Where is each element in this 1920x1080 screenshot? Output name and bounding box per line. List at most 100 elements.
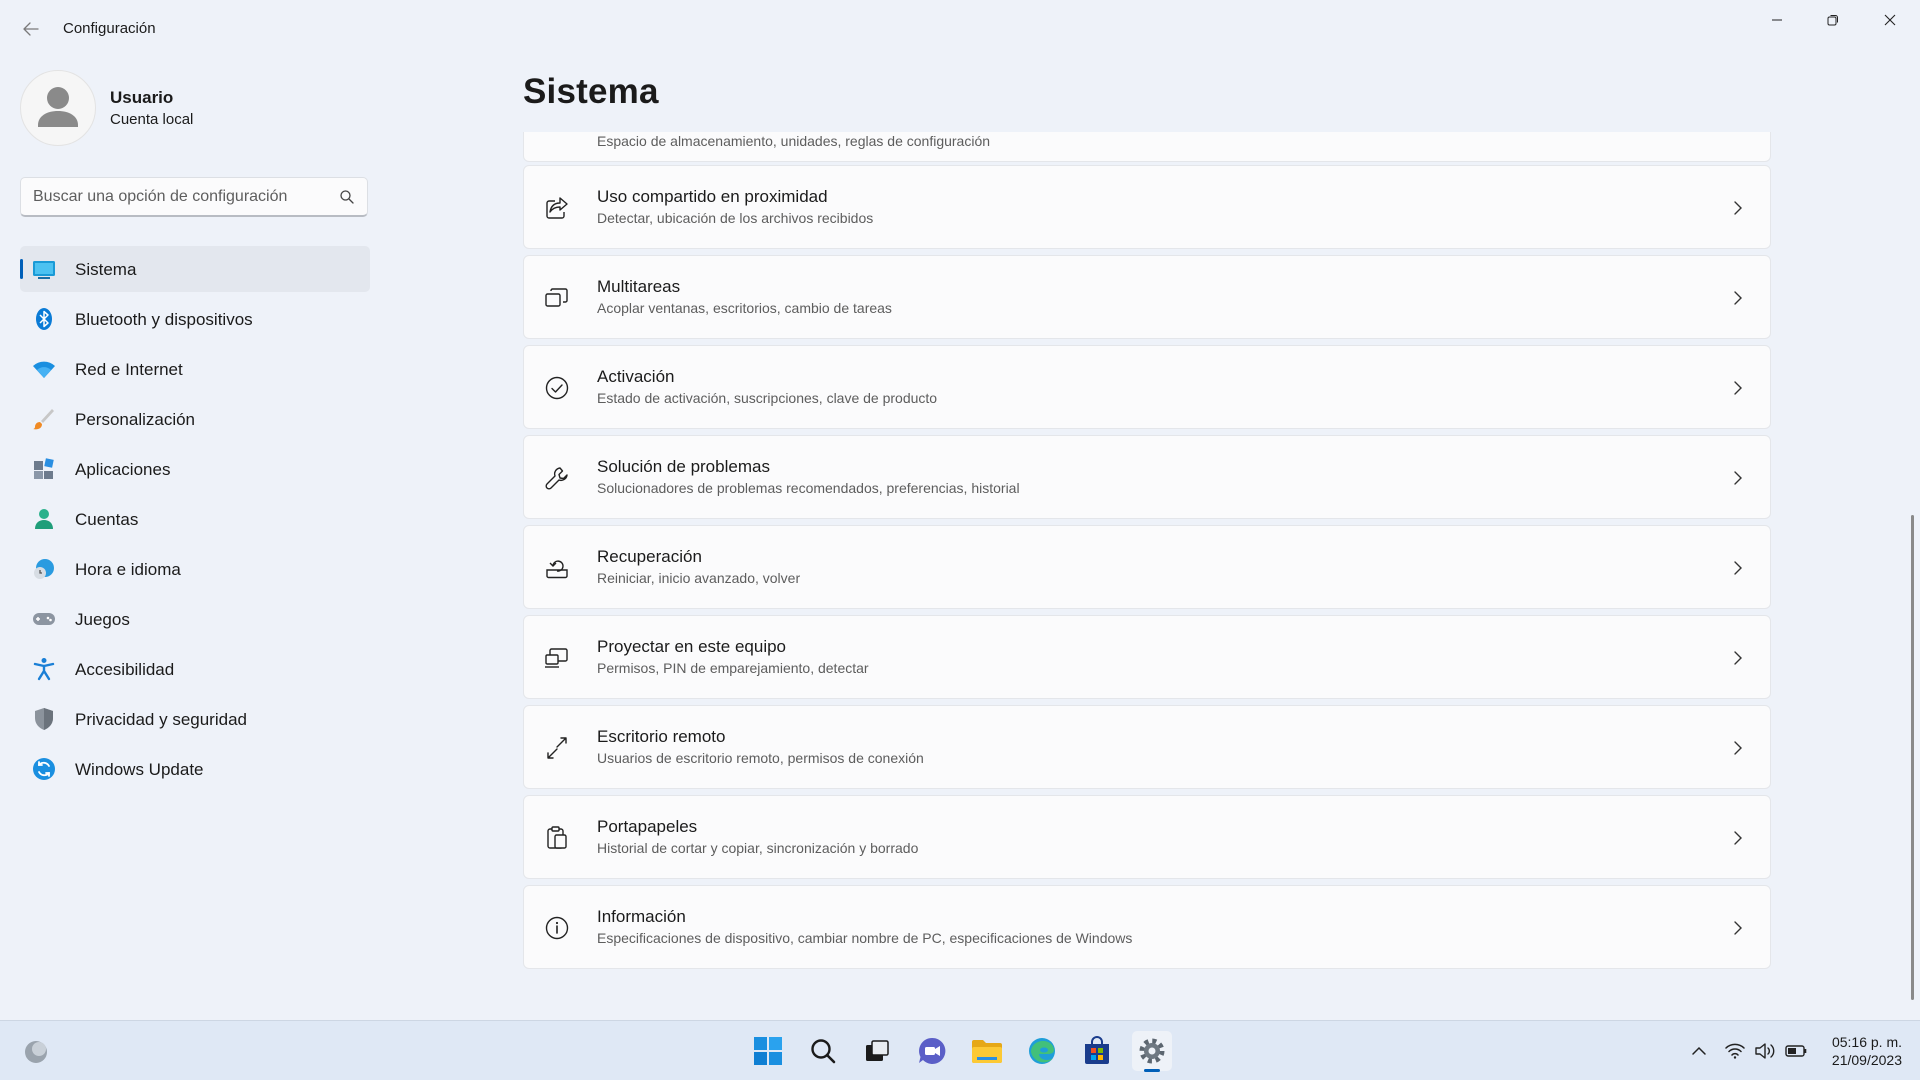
edge-browser-icon [1029,1038,1055,1064]
card-title: Escritorio remoto [597,727,726,746]
sidebar-item-label: Red e Internet [75,360,183,379]
shield-icon [35,708,53,730]
card-title: Multitareas [597,277,681,296]
vertical-scrollbar[interactable] [1911,515,1914,1000]
sidebar-item-aplicaciones[interactable]: Aplicaciones [20,446,370,492]
taskbar-search-button[interactable] [803,1031,843,1071]
settings-card-portapapeles[interactable]: Portapapeles Historial de cortar y copia… [523,795,1771,879]
time-language-icon [34,559,54,579]
card-subtitle: Espacio de almacenamiento, unidades, reg… [597,133,991,149]
volume-icon [1755,1043,1775,1059]
sidebar-item-label: Privacidad y seguridad [75,710,247,729]
search-icon[interactable] [339,189,355,205]
update-icon [33,758,55,780]
card-title: Proyectar en este equipo [597,637,787,656]
sidebar-item-label: Aplicaciones [75,460,171,479]
wifi-icon [33,361,55,378]
title-bar: Configuración [0,0,1920,60]
apps-icon [34,458,54,479]
settings-card-storage[interactable]: Espacio de almacenamiento, unidades, reg… [523,132,1771,162]
sidebar-item-privacidad[interactable]: Privacidad y seguridad [20,696,370,742]
settings-card-informacion[interactable]: Información Especificaciones de disposit… [523,885,1771,969]
chevron-right-icon [1734,831,1742,845]
edge-button[interactable] [1022,1031,1062,1071]
card-title: Solución de problemas [597,457,770,476]
user-silhouette-icon [38,87,78,127]
sidebar-item-label: Sistema [75,260,137,279]
card-title: Recuperación [597,547,702,566]
app-title: Configuración [63,20,156,37]
weather-widget-icon[interactable] [20,1037,54,1065]
file-explorer-button[interactable] [967,1031,1007,1071]
clock-time: 05:16 p. m. [1831,1034,1902,1050]
settings-card-uso-compartido[interactable]: Uso compartido en proximidad Detectar, u… [523,165,1771,249]
chevron-right-icon [1734,921,1742,935]
chat-button[interactable] [912,1031,952,1071]
card-subtitle: Estado de activación, suscripciones, cla… [597,390,938,406]
windows-logo-icon [754,1037,782,1065]
brush-icon [33,409,54,430]
chat-icon [919,1037,946,1064]
sidebar-item-hora[interactable]: Hora e idioma [20,546,370,592]
card-subtitle: Reiniciar, inicio avanzado, volver [597,570,801,586]
gear-icon [1139,1038,1165,1064]
sidebar-item-personalizacion[interactable]: Personalización [20,396,370,442]
network-tray-button[interactable] [1722,1039,1748,1063]
settings-card-solucion-problemas[interactable]: Solución de problemas Solucionadores de … [523,435,1771,519]
bluetooth-icon [36,308,52,330]
arrow-left-icon [23,22,39,36]
chevron-right-icon [1734,741,1742,755]
check-circle-icon [545,376,569,400]
battery-icon [1785,1045,1807,1057]
sidebar-item-red[interactable]: Red e Internet [20,346,370,392]
settings-app-button[interactable] [1132,1031,1172,1072]
profile-account-type: Cuenta local [110,111,194,128]
chevron-up-icon [1692,1046,1706,1055]
sidebar-item-label: Windows Update [75,760,204,779]
sidebar-item-cuentas[interactable]: Cuentas [20,496,370,542]
settings-card-multitareas[interactable]: Multitareas Acoplar ventanas, escritorio… [523,255,1771,339]
store-icon [1085,1036,1109,1064]
taskbar: 05:16 p. m. 21/09/2023 [0,1020,1920,1080]
card-subtitle: Detectar, ubicación de los archivos reci… [597,210,874,226]
settings-card-escritorio-remoto[interactable]: Escritorio remoto Usuarios de escritorio… [523,705,1771,789]
chevron-right-icon [1734,471,1742,485]
search-input[interactable] [33,178,333,216]
project-icon [545,648,568,668]
sidebar-item-accesibilidad[interactable]: Accesibilidad [20,646,370,692]
chevron-right-icon [1734,561,1742,575]
show-hidden-icons-button[interactable] [1687,1039,1711,1063]
clock-date: 21/09/2023 [1831,1052,1902,1068]
sidebar-item-windows-update[interactable]: Windows Update [20,746,370,792]
remote-desktop-icon [547,737,567,759]
sidebar-nav: Sistema Bluetooth y dispositivos Red e I… [20,246,370,796]
settings-card-recuperacion[interactable]: Recuperación Reiniciar, inicio avanzado,… [523,525,1771,609]
info-icon [545,916,569,940]
sidebar-item-label: Juegos [75,610,130,629]
volume-tray-button[interactable] [1752,1039,1778,1063]
sidebar-item-bluetooth[interactable]: Bluetooth y dispositivos [20,296,370,342]
card-title: Información [597,907,686,926]
card-title: Uso compartido en proximidad [597,187,828,206]
sidebar-item-label: Personalización [75,410,196,429]
settings-card-proyectar[interactable]: Proyectar en este equipo Permisos, PIN d… [523,615,1771,699]
back-button[interactable] [16,14,46,44]
start-button[interactable] [748,1031,788,1071]
taskbar-clock[interactable]: 05:16 p. m. 21/09/2023 [1820,1033,1902,1069]
restore-button[interactable] [1805,0,1861,40]
card-title: Portapapeles [597,817,698,836]
task-view-button[interactable] [857,1031,897,1071]
settings-card-activacion[interactable]: Activación Estado de activación, suscrip… [523,345,1771,429]
card-title: Activación [597,367,675,386]
chevron-right-icon [1734,201,1742,215]
sidebar-item-sistema[interactable]: Sistema [20,246,370,292]
search-box[interactable] [20,177,368,217]
wifi-icon [1725,1043,1745,1059]
gamepad-icon [33,613,55,625]
sidebar-item-juegos[interactable]: Juegos [20,596,370,642]
minimize-button[interactable] [1749,0,1805,40]
store-button[interactable] [1077,1031,1117,1071]
close-button[interactable] [1862,0,1918,40]
battery-tray-button[interactable] [1783,1039,1809,1063]
card-subtitle: Acoplar ventanas, escritorios, cambio de… [597,300,892,316]
